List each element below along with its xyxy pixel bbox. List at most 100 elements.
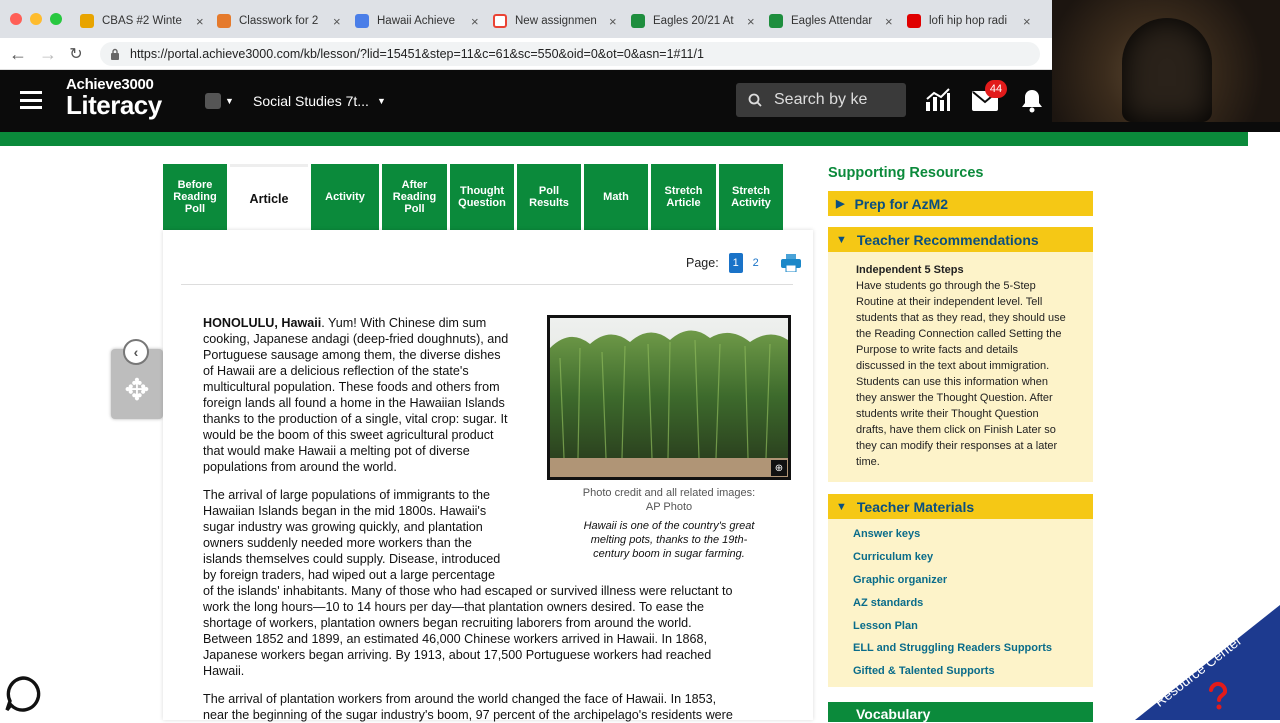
divider <box>181 284 793 285</box>
text-line: thanks to the production of a single, vi… <box>203 412 508 426</box>
rec-line: Routine at their independent level. Tell <box>856 296 1043 308</box>
color-select[interactable]: ▼ <box>205 93 234 109</box>
tab-activity[interactable]: Activity <box>311 164 379 230</box>
tab-stretch-activity[interactable]: Stretch Activity <box>719 164 783 230</box>
menu-icon[interactable] <box>20 91 42 109</box>
teacher-recommendations-header[interactable]: ▼ Teacher Recommendations <box>828 227 1093 252</box>
tab-math[interactable]: Math <box>584 164 648 230</box>
article-panel: Page: 1 2 HONOLULU, Hawaii. Yum! With Ch… <box>163 230 813 722</box>
docs-icon <box>355 14 369 28</box>
print-icon[interactable] <box>780 254 801 272</box>
achieve-logo[interactable]: Achieve3000 Literacy <box>66 76 162 118</box>
close-tab-icon[interactable]: × <box>196 14 204 29</box>
text-line: near the beginning of the sugar industry… <box>203 708 733 722</box>
browser-toolbar: ← → ↻ https://portal.achieve3000.com/kb/… <box>0 38 1052 70</box>
vocabulary-header[interactable]: Vocabulary <box>828 702 1093 722</box>
az-standards-link[interactable]: AZ standards <box>828 591 1093 614</box>
graphic-organizer-link[interactable]: Graphic organizer <box>828 569 1093 592</box>
close-tab-icon[interactable]: × <box>609 14 617 29</box>
tab-poll-results[interactable]: Poll Results <box>517 164 581 230</box>
photo-credit-line: Photo credit and all related images: <box>582 487 756 499</box>
chevron-down-icon: ▼ <box>836 500 847 513</box>
rec-line: Have students go through the 5-Step <box>856 280 1036 292</box>
address-bar[interactable]: https://portal.achieve3000.com/kb/lesson… <box>100 42 1040 66</box>
rec-line: Purpose to write facts and details <box>856 344 1019 356</box>
forward-arrow-icon[interactable]: → <box>38 44 58 65</box>
text-line: of Hawaii are a delicious reflection of … <box>203 364 469 378</box>
photo-credit: Photo credit and all related images: AP … <box>547 486 791 514</box>
browser-tab[interactable]: CBAS #2 Winte × <box>80 8 204 34</box>
class-select[interactable]: Social Studies 7t... ▼ <box>253 93 386 109</box>
rec-line: the Reading Connection called Setting th… <box>856 328 1062 340</box>
prep-section-header[interactable]: ▶ Prep for AzM2 <box>828 191 1093 216</box>
search-input[interactable]: Search by ke <box>736 83 906 117</box>
sugarcane-photo <box>550 318 788 477</box>
text-span: . Yum! With Chinese dim sum <box>321 316 487 330</box>
text-line: Hawaii. <box>203 664 245 678</box>
tab-thought-question[interactable]: Thought Question <box>450 164 514 230</box>
close-tab-icon[interactable]: × <box>471 14 479 29</box>
browser-tab[interactable]: Eagles Attendar × <box>769 8 893 34</box>
webcam-overlay <box>1052 0 1280 122</box>
curriculum-key-link[interactable]: Curriculum key <box>828 546 1093 569</box>
article-photo[interactable]: ⊕ <box>547 315 791 480</box>
window-controls <box>10 13 62 25</box>
answer-keys-link[interactable]: Answer keys <box>828 523 1093 546</box>
browser-tab[interactable]: Hawaii Achieve × <box>355 8 479 34</box>
ell-supports-link[interactable]: ELL and Struggling Readers Supports <box>828 637 1093 660</box>
zoom-icon[interactable]: ⊕ <box>771 460 787 476</box>
chevron-down-icon: ▼ <box>836 233 847 246</box>
reload-icon[interactable]: ↻ <box>66 44 86 64</box>
tab-before-reading-poll[interactable]: Before Reading Poll <box>163 164 227 230</box>
maximize-window-button[interactable] <box>50 13 62 25</box>
prep-label: Prep for AzM2 <box>854 195 949 212</box>
chat-bubble-icon[interactable] <box>3 674 43 714</box>
tab-article[interactable]: Article <box>230 164 308 230</box>
bell-icon[interactable] <box>1021 89 1043 113</box>
photo-credit-line: AP Photo <box>645 501 693 513</box>
rec-line: drafts, have them click on Finish Later … <box>856 424 1056 436</box>
text-line: populations from around the world. <box>203 460 397 474</box>
minimize-window-button[interactable] <box>30 13 42 25</box>
move-arrows-icon[interactable]: ✥ <box>111 373 163 409</box>
page-2-button[interactable]: 2 <box>753 257 759 269</box>
close-window-button[interactable] <box>10 13 22 25</box>
teacher-rec-label: Teacher Recommendations <box>856 231 1039 248</box>
text-line: foreign lands all found a home in the Ha… <box>203 396 505 410</box>
paragraph-2: The arrival of large populations of immi… <box>203 487 803 679</box>
back-arrow-icon[interactable]: ← <box>8 44 28 65</box>
browser-tab[interactable]: lofi hip hop radi × <box>907 8 1031 34</box>
teacher-recommendations-body: Independent 5 Steps Have students go thr… <box>828 252 1093 482</box>
rec-line: time. <box>856 456 880 468</box>
tab-stretch-article[interactable]: Stretch Article <box>651 164 716 230</box>
close-tab-icon[interactable]: × <box>885 14 893 29</box>
teacher-materials-header[interactable]: ▼ Teacher Materials <box>828 494 1093 519</box>
browser-tab[interactable]: Eagles 20/21 At × <box>631 8 755 34</box>
floating-tool-panel[interactable]: ‹ ✥ <box>111 339 163 419</box>
text-line: The arrival of plantation workers from a… <box>203 692 717 706</box>
page-1-button[interactable]: 1 <box>728 253 743 273</box>
close-tab-icon[interactable]: × <box>333 14 341 29</box>
browser-tab[interactable]: Classwork for 2 × <box>217 8 341 34</box>
close-tab-icon[interactable]: × <box>1023 14 1031 29</box>
photo-caption: Hawaii is one of the country's great mel… <box>547 519 791 561</box>
lock-icon <box>111 48 119 60</box>
help-question-icon <box>1209 681 1228 710</box>
text-line: of the islands' inhabitants. Many of tho… <box>203 584 733 598</box>
close-tab-icon[interactable]: × <box>747 14 755 29</box>
teacher-materials-label: Teacher Materials <box>856 498 975 515</box>
browser-tab[interactable]: New assignmen × <box>493 8 617 34</box>
tab-after-reading-poll[interactable]: After Reading Poll <box>382 164 447 230</box>
text-line: multicultural population. These foods an… <box>203 380 500 394</box>
caption-line: melting pots, thanks to the 19th- <box>590 534 748 546</box>
collapse-chevron-icon[interactable]: ‹ <box>123 339 149 365</box>
gifted-talented-link[interactable]: Gifted & Talented Supports <box>828 660 1093 683</box>
resource-center-ribbon[interactable]: Resource Center <box>1135 605 1280 720</box>
caption-line: century boom in sugar farming. <box>593 548 745 560</box>
reports-chart-icon[interactable] <box>925 88 951 112</box>
text-line: that would make Hawaii a melting pot of … <box>203 444 470 458</box>
rec-title: Independent 5 Steps <box>856 264 964 276</box>
chevron-down-icon: ▼ <box>376 96 386 106</box>
lesson-step-tabs: Before Reading Poll Article Activity Aft… <box>163 164 783 230</box>
lesson-plan-link[interactable]: Lesson Plan <box>828 614 1093 637</box>
